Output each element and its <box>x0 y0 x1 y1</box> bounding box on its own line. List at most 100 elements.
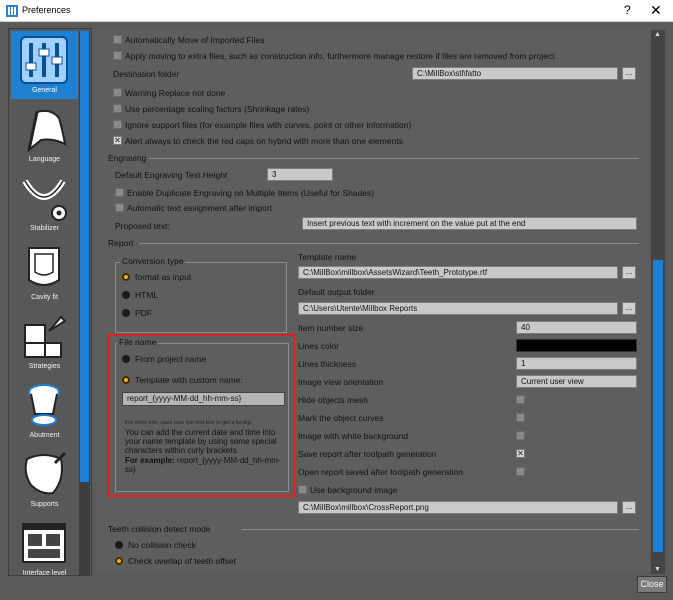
auto-move-label: Automatically Move of Imported Files <box>125 35 265 45</box>
output-browse-button[interactable]: ... <box>622 302 636 315</box>
engraving-height-label: Default Engraving Text Height <box>115 170 228 180</box>
sidebar-item-strategies[interactable]: Strategies <box>11 307 78 375</box>
warning-replace-checkbox[interactable] <box>113 88 122 97</box>
lines-color-swatch[interactable] <box>516 339 637 352</box>
lines-thickness-field[interactable]: 1 <box>516 357 637 370</box>
open-after-label: Open report saved after toolpath generat… <box>298 467 463 477</box>
supports-icon <box>24 451 67 495</box>
sidebar-item-cavity-fit[interactable]: Cavity fit <box>11 238 78 306</box>
destination-folder-label: Destination folder <box>113 69 180 79</box>
sidebar-item-language[interactable]: Language <box>11 100 78 168</box>
close-button[interactable]: Close <box>637 576 667 593</box>
engraving-height-field[interactable]: 3 <box>267 168 333 181</box>
conv-pdf-label: PDF <box>135 308 152 318</box>
use-bg-checkbox[interactable] <box>298 485 307 494</box>
conversion-type-legend: Conversion type <box>120 256 186 266</box>
warning-replace-label: Warning Replace not done <box>125 88 226 98</box>
alert-red-caps-label: Alert always to check the red caps on hy… <box>125 136 403 146</box>
auto-move-checkbox[interactable] <box>113 35 122 44</box>
scroll-up-icon[interactable]: ▲ <box>654 31 661 38</box>
sidebar: General Language Stabilizer Cavity fit S… <box>8 28 92 577</box>
orientation-select[interactable]: Current user view <box>516 375 637 388</box>
window-close-button[interactable]: ✕ <box>650 2 662 19</box>
check-overlap-label: Check overlap of teeth offset <box>128 556 237 566</box>
ignore-support-checkbox[interactable] <box>113 120 122 129</box>
collision-section-title: Teeth collision detect mode <box>108 524 211 534</box>
stabilizer-icon <box>22 179 67 221</box>
fn-example: For example: report_{yyyy-MM-dd_hh-mm-ss… <box>125 456 287 474</box>
sidebar-item-interface-level[interactable]: Interface level <box>11 514 78 582</box>
lines-color-label: Lines color <box>298 341 340 351</box>
percentage-scaling-checkbox[interactable] <box>113 104 122 113</box>
template-browse-button[interactable]: ... <box>622 266 636 279</box>
bg-image-browse-button[interactable]: ... <box>622 501 636 514</box>
output-folder-label: Default output folder <box>298 287 375 297</box>
app-icon <box>6 5 18 17</box>
no-collision-radio[interactable] <box>115 541 123 549</box>
fn-from-project-radio[interactable] <box>122 355 130 363</box>
sidebar-item-label: General <box>32 87 57 94</box>
alert-red-caps-checkbox[interactable]: ✕ <box>113 136 122 145</box>
fn-help-text: You can add the current date and time in… <box>125 428 277 455</box>
main-scrollbar[interactable]: ▲ ▼ <box>651 30 665 574</box>
conv-format-as-input-radio[interactable] <box>122 273 130 281</box>
abutment-icon <box>28 384 60 426</box>
no-collision-label: No collision check <box>128 540 197 550</box>
mark-curves-checkbox[interactable] <box>516 413 525 422</box>
fn-template-radio[interactable] <box>122 376 130 384</box>
sidebar-item-label: Supports <box>30 501 59 508</box>
apply-moving-label: Apply moving to extra files, such as con… <box>125 51 555 61</box>
save-after-checkbox[interactable]: ✕ <box>516 449 525 458</box>
ignore-support-label: Ignore support files (for example files … <box>125 120 412 130</box>
dup-engraving-label: Enable Duplicate Engraving on Multiple I… <box>127 188 375 198</box>
fn-template-field[interactable]: report_{yyyy-MM-dd_hh-mm-ss} <box>122 392 285 406</box>
sidebar-item-label: Stabilizer <box>30 225 59 232</box>
sliders-icon <box>20 36 68 84</box>
sidebar-scrollbar-thumb[interactable] <box>80 31 89 482</box>
conv-pdf-radio[interactable] <box>122 309 130 317</box>
hide-mesh-label: Hide objects mesh <box>298 395 368 405</box>
scroll-down-icon[interactable]: ▼ <box>654 566 661 573</box>
cavity-icon <box>28 247 60 286</box>
white-bg-checkbox[interactable] <box>516 431 525 440</box>
hide-mesh-checkbox[interactable] <box>516 395 525 404</box>
flag-icon <box>27 109 67 153</box>
bg-image-field[interactable]: C:\MillBox\millbox\CrossReport.png <box>298 501 618 514</box>
main-scrollbar-thumb[interactable] <box>653 260 663 552</box>
strategies-icon <box>24 315 67 358</box>
sidebar-item-label: Strategies <box>28 363 61 370</box>
fn-template-label: Template with custom name: <box>135 375 243 385</box>
mark-curves-label: Mark the object curves <box>298 413 384 423</box>
lines-thickness-label: Lines thickness <box>298 359 357 369</box>
sidebar-item-general[interactable]: General <box>11 31 78 99</box>
fn-example-label: For example: <box>125 456 175 465</box>
engraving-separator <box>149 158 639 159</box>
orientation-label: Image view orientation <box>298 377 384 387</box>
conv-html-radio[interactable] <box>122 291 130 299</box>
apply-moving-checkbox[interactable] <box>113 51 122 60</box>
sidebar-item-stabilizer[interactable]: Stabilizer <box>11 169 78 237</box>
auto-text-checkbox[interactable] <box>115 203 124 212</box>
template-name-field[interactable]: C:\MillBox\millbox\AssetsWizard\Teeth_Pr… <box>298 266 618 279</box>
collision-separator <box>242 529 639 530</box>
item-size-field[interactable]: 40 <box>516 321 637 334</box>
proposed-text-field[interactable]: Insert previous text with increment on t… <box>302 217 637 230</box>
destination-browse-button[interactable]: ... <box>622 67 636 80</box>
use-bg-label: Use background image <box>310 485 398 495</box>
item-size-label: Item number size <box>298 323 364 333</box>
destination-folder-field[interactable]: C:\MillBox\stl\fatto <box>412 67 618 80</box>
fn-tooltip-hint: For more info, pass over the text box to… <box>125 420 253 426</box>
engraving-section-title: Engraving <box>108 153 147 163</box>
help-button[interactable]: ? <box>624 3 631 17</box>
sidebar-item-abutment[interactable]: Abutment <box>11 376 78 444</box>
report-section-title: Report <box>108 238 134 248</box>
check-overlap-radio[interactable] <box>115 557 123 565</box>
auto-text-label: Automatic text assignment after import <box>127 203 273 213</box>
output-folder-field[interactable]: C:\Users\Utente\Millbox Reports <box>298 302 618 315</box>
sidebar-item-label: Language <box>28 156 61 163</box>
save-after-label: Save report after toolpath generation <box>298 449 437 459</box>
open-after-checkbox[interactable] <box>516 467 525 476</box>
conv-format-as-input-label: format as input <box>135 272 192 282</box>
sidebar-item-supports[interactable]: Supports <box>11 445 78 513</box>
dup-engraving-checkbox[interactable] <box>115 188 124 197</box>
